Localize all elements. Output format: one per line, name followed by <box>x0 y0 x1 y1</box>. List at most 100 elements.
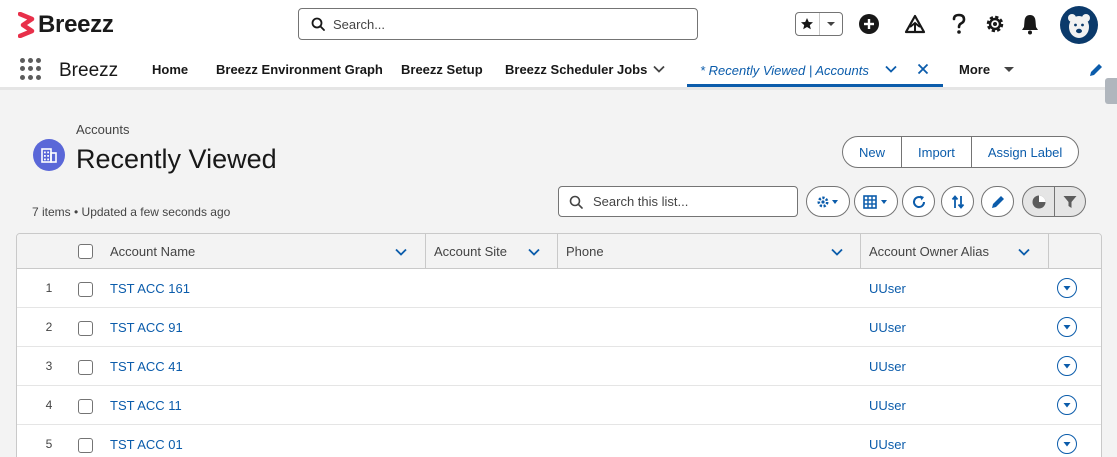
brand-logo-mark <box>18 12 35 38</box>
row-checkbox[interactable] <box>78 438 93 453</box>
search-icon <box>569 195 583 209</box>
row-number: 1 <box>45 281 53 295</box>
search-icon <box>311 17 325 31</box>
accounts-list-table: Account Name Account Site Phone Account … <box>16 233 1102 457</box>
accounts-object-icon <box>33 139 65 171</box>
nav-item-environment-graph[interactable]: Breezz Environment Graph <box>216 62 383 77</box>
table-icon <box>863 194 887 209</box>
table-row: 5 TST ACC 01 UUser <box>17 425 1101 457</box>
row-checkbox[interactable] <box>78 282 93 297</box>
close-icon[interactable] <box>916 62 930 76</box>
table-row: 3 TST ACC 41 UUser <box>17 347 1101 386</box>
column-header-account-owner-alias[interactable]: Account Owner Alias <box>869 234 989 268</box>
chevron-down-icon <box>1063 364 1071 369</box>
owner-alias-link[interactable]: UUser <box>869 281 906 296</box>
chevron-down-icon[interactable] <box>884 62 898 76</box>
active-tab-label: * Recently Viewed | Accounts <box>700 63 869 78</box>
chevron-down-icon[interactable] <box>1002 62 1016 76</box>
list-settings-button[interactable] <box>806 186 850 217</box>
refresh-icon <box>912 195 925 208</box>
chevron-down-icon[interactable] <box>1017 245 1031 259</box>
chevron-down-icon[interactable] <box>818 13 842 35</box>
sort-icon <box>951 194 964 209</box>
list-meta-status: 7 items • Updated a few seconds ago <box>32 205 231 219</box>
breadcrumb[interactable]: Accounts <box>76 122 129 137</box>
global-header: Breezz Search... <box>0 0 1117 50</box>
table-header: Account Name Account Site Phone Account … <box>17 234 1101 269</box>
edit-nav-icon[interactable] <box>1088 62 1104 78</box>
app-nav-bar: Breezz Home Breezz Environment Graph Bre… <box>0 50 1117 90</box>
nav-item-setup[interactable]: Breezz Setup <box>401 62 483 77</box>
column-header-account-site[interactable]: Account Site <box>434 234 507 268</box>
sort-button[interactable] <box>941 186 974 217</box>
row-actions-button[interactable] <box>1057 395 1077 415</box>
side-panel-toggle[interactable] <box>1105 78 1117 104</box>
row-number: 3 <box>45 359 53 373</box>
help-icon[interactable] <box>947 12 971 36</box>
refresh-button[interactable] <box>902 186 935 217</box>
global-search-input[interactable]: Search... <box>298 8 698 40</box>
nav-item-more[interactable]: More <box>959 62 990 77</box>
owner-alias-link[interactable]: UUser <box>869 437 906 452</box>
table-row: 4 TST ACC 11 UUser <box>17 386 1101 425</box>
app-launcher-icon[interactable] <box>20 58 42 80</box>
gear-icon <box>817 196 838 207</box>
row-actions-button[interactable] <box>1057 356 1077 376</box>
row-number: 2 <box>45 320 53 334</box>
edit-list-button[interactable] <box>981 186 1014 217</box>
row-checkbox[interactable] <box>78 321 93 336</box>
brand-logo[interactable]: Breezz <box>18 10 114 40</box>
account-name-link[interactable]: TST ACC 91 <box>110 320 183 335</box>
bell-icon[interactable] <box>1018 12 1042 36</box>
chevron-down-icon[interactable] <box>394 245 408 259</box>
account-name-link[interactable]: TST ACC 11 <box>110 398 182 413</box>
row-number: 4 <box>45 398 53 412</box>
chevron-down-icon[interactable] <box>527 245 541 259</box>
new-button[interactable]: New <box>843 137 901 167</box>
table-row: 2 TST ACC 91 UUser <box>17 308 1101 347</box>
chevron-down-icon <box>1063 442 1071 447</box>
app-name: Breezz <box>59 60 119 81</box>
column-header-phone[interactable]: Phone <box>566 234 604 268</box>
select-all-checkbox[interactable] <box>78 244 93 259</box>
trailhead-icon[interactable] <box>903 12 927 36</box>
favorites-button-group <box>795 12 843 36</box>
add-icon[interactable] <box>857 12 881 36</box>
chevron-down-icon <box>1063 325 1071 330</box>
nav-item-home[interactable]: Home <box>152 62 188 77</box>
row-actions-button[interactable] <box>1057 434 1077 454</box>
star-icon[interactable] <box>796 13 819 35</box>
global-search-placeholder: Search... <box>333 16 386 32</box>
filter-icon[interactable] <box>1054 187 1085 216</box>
table-row: 1 TST ACC 161 UUser <box>17 269 1101 308</box>
column-header-account-name[interactable]: Account Name <box>110 234 195 268</box>
chevron-down-icon <box>1063 403 1071 408</box>
display-as-button[interactable] <box>854 186 898 217</box>
row-number: 5 <box>45 437 53 451</box>
account-name-link[interactable]: TST ACC 161 <box>110 281 190 296</box>
owner-alias-link[interactable]: UUser <box>869 320 906 335</box>
chevron-down-icon[interactable] <box>652 62 666 76</box>
chart-filter-button-group <box>1022 186 1086 217</box>
account-name-link[interactable]: TST ACC 41 <box>110 359 183 374</box>
chevron-down-icon[interactable] <box>830 245 844 259</box>
row-actions-button[interactable] <box>1057 278 1077 298</box>
nav-item-scheduler-jobs[interactable]: Breezz Scheduler Jobs <box>505 62 647 77</box>
list-actions-button-group: New Import Assign Label <box>842 136 1080 168</box>
row-checkbox[interactable] <box>78 399 93 414</box>
account-name-link[interactable]: TST ACC 01 <box>110 437 183 452</box>
page-title: Recently Viewed <box>76 144 277 174</box>
brand-name: Breezz <box>38 11 114 38</box>
chart-icon[interactable] <box>1023 187 1054 216</box>
list-search-placeholder: Search this list... <box>593 194 689 209</box>
gear-icon[interactable] <box>983 12 1007 36</box>
import-button[interactable]: Import <box>901 137 971 167</box>
owner-alias-link[interactable]: UUser <box>869 398 906 413</box>
row-actions-button[interactable] <box>1057 317 1077 337</box>
owner-alias-link[interactable]: UUser <box>869 359 906 374</box>
avatar[interactable] <box>1060 6 1098 44</box>
chevron-down-icon <box>1063 286 1071 291</box>
row-checkbox[interactable] <box>78 360 93 375</box>
list-search-input[interactable]: Search this list... <box>558 186 798 217</box>
assign-label-button[interactable]: Assign Label <box>970 137 1078 167</box>
